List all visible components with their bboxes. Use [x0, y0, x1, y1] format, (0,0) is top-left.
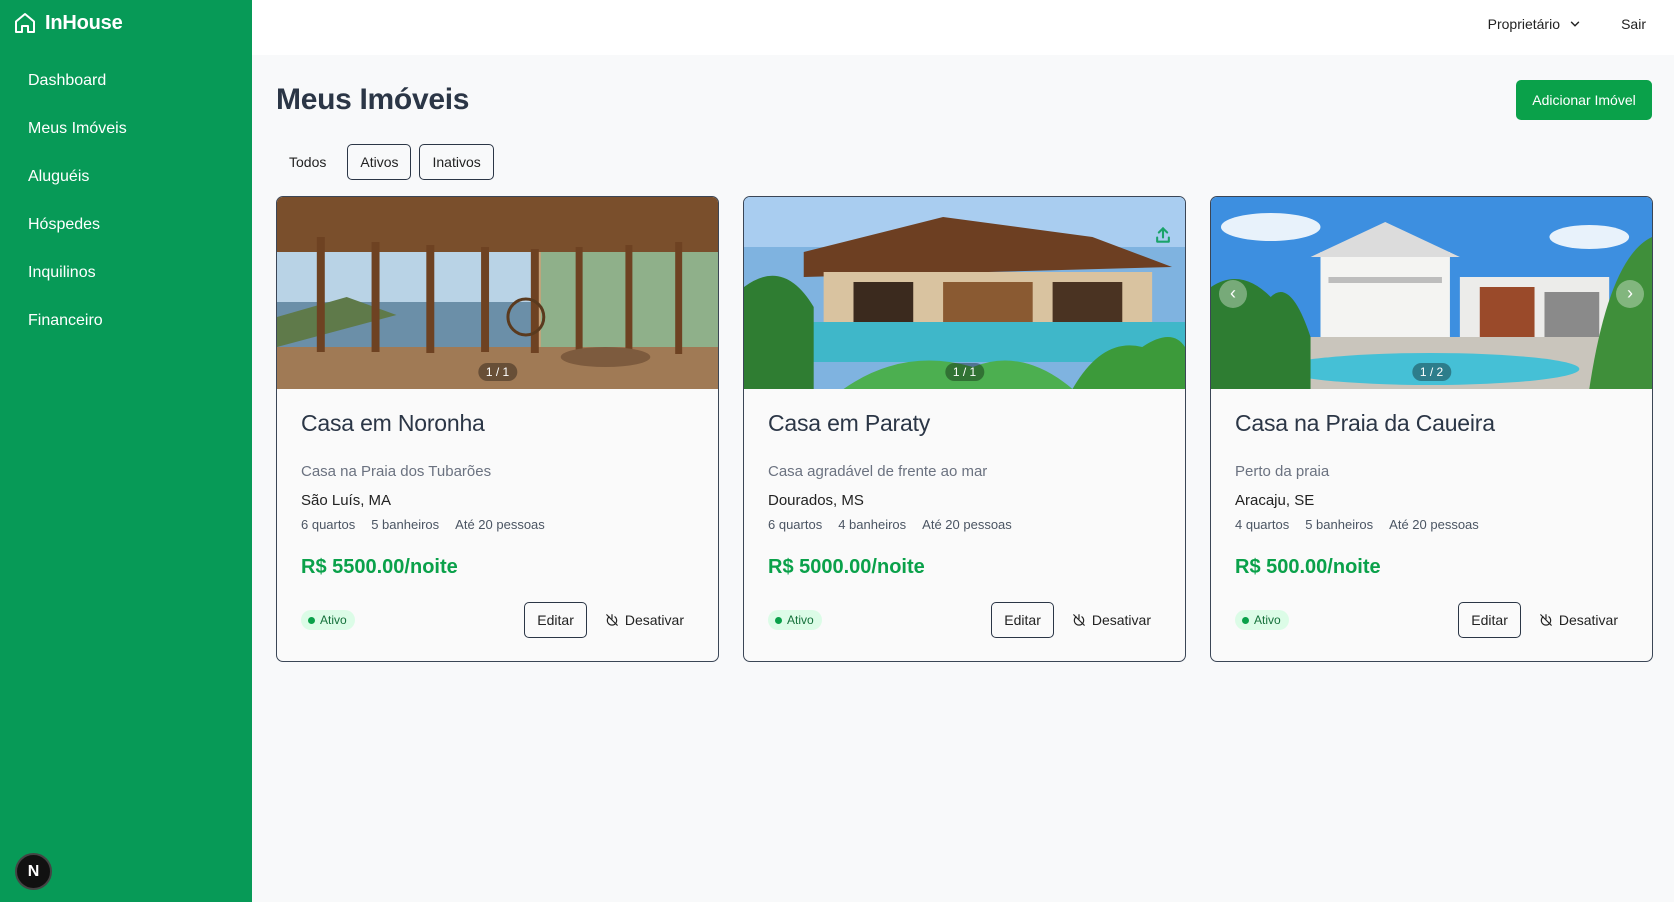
sidebar-nav: Dashboard Meus Imóveis Aluguéis Hóspedes… — [28, 63, 127, 351]
share-icon[interactable] — [1153, 225, 1173, 245]
property-specs: 4 quartos 5 banheiros Até 20 pessoas — [1235, 517, 1628, 532]
property-description: Casa na Praia dos Tubarões — [301, 463, 492, 480]
deactivate-label: Desativar — [624, 612, 684, 628]
home-icon — [15, 13, 35, 33]
property-price: R$ 500.00/noite — [1235, 556, 1381, 578]
property-price: R$ 5500.00/noite — [301, 556, 458, 578]
property-location: Aracaju, SE — [1235, 492, 1315, 509]
property-bathrooms: 4 banheiros — [838, 517, 907, 532]
property-location: São Luís, MA — [301, 492, 392, 509]
property-card: 1 / 1 Casa em Noronha Casa na Praia dos … — [276, 196, 719, 662]
power-off-icon — [606, 614, 618, 626]
power-off-icon — [1540, 614, 1552, 626]
page-title: Meus Imóveis — [276, 83, 470, 116]
edit-button[interactable]: Editar — [991, 602, 1054, 638]
sidebar: InHouse Dashboard Meus Imóveis Aluguéis … — [0, 0, 252, 902]
property-bedrooms: 6 quartos — [768, 517, 823, 532]
filter-all[interactable]: Todos — [276, 144, 339, 180]
sidebar-item-hospedes[interactable]: Hóspedes — [28, 207, 127, 255]
logout-link[interactable]: Sair — [1621, 16, 1646, 32]
property-bedrooms: 4 quartos — [1235, 517, 1290, 532]
property-image — [277, 197, 718, 389]
property-image — [744, 197, 1185, 389]
image-counter: 1 / 1 — [944, 363, 985, 381]
sidebar-item-financeiro[interactable]: Financeiro — [28, 303, 127, 351]
property-specs: 6 quartos 4 banheiros Até 20 pessoas — [768, 517, 1161, 532]
status-label: Ativo — [787, 613, 814, 627]
role-dropdown[interactable]: Proprietário — [1488, 16, 1582, 32]
edit-button[interactable]: Editar — [524, 602, 587, 638]
property-location: Dourados, MS — [768, 492, 864, 509]
brand[interactable]: InHouse — [13, 11, 123, 35]
status-dot — [1242, 616, 1249, 624]
sidebar-item-dashboard[interactable]: Dashboard — [28, 63, 127, 111]
sidebar-item-meus-imoveis[interactable]: Meus Imóveis — [28, 111, 127, 159]
filter-active[interactable]: Ativos — [347, 144, 412, 180]
edit-button[interactable]: Editar — [1458, 602, 1521, 638]
property-photo[interactable]: 1 / 1 — [277, 197, 718, 389]
status-label: Ativo — [1254, 613, 1281, 627]
status-dot — [308, 616, 315, 624]
image-counter: 1 / 2 — [1411, 363, 1452, 381]
sidebar-item-alugueis[interactable]: Aluguéis — [28, 159, 127, 207]
property-list: 1 / 1 Casa em Noronha Casa na Praia dos … — [276, 196, 1653, 662]
deactivate-label: Desativar — [1091, 612, 1151, 628]
deactivate-label: Desativar — [1558, 612, 1618, 628]
status-label: Ativo — [320, 613, 347, 627]
property-bathrooms: 5 banheiros — [371, 517, 440, 532]
deactivate-button[interactable]: Desativar — [605, 612, 684, 628]
role-label: Proprietário — [1487, 16, 1560, 32]
topbar: Proprietário Sair — [252, 0, 1674, 55]
property-capacity: Até 20 pessoas — [922, 517, 1012, 532]
status-badge: Ativo — [1235, 610, 1289, 630]
property-card: 1 / 1 Casa em Paraty Casa agradável de f… — [743, 196, 1186, 662]
property-photo[interactable]: 1 / 1 — [744, 197, 1185, 389]
filter-tabs: Todos Ativos Inativos — [276, 144, 494, 180]
brand-name: InHouse — [45, 11, 123, 34]
image-counter: 1 / 1 — [477, 363, 518, 381]
property-capacity: Até 20 pessoas — [1389, 517, 1479, 532]
chevron-down-icon — [1570, 21, 1580, 27]
property-capacity: Até 20 pessoas — [455, 517, 545, 532]
dev-badge[interactable]: N — [15, 853, 52, 890]
property-description: Casa agradável de frente ao mar — [768, 463, 988, 480]
property-title: Casa em Noronha — [301, 410, 485, 436]
property-description: Perto da praia — [1235, 463, 1330, 480]
add-property-button[interactable]: Adicionar Imóvel — [1516, 80, 1652, 120]
deactivate-button[interactable]: Desativar — [1072, 612, 1151, 628]
property-title: Casa em Paraty — [768, 410, 931, 436]
power-off-icon — [1073, 614, 1085, 626]
property-bathrooms: 5 banheiros — [1305, 517, 1374, 532]
property-image — [1211, 197, 1652, 389]
status-badge: Ativo — [768, 610, 822, 630]
status-badge: Ativo — [301, 610, 355, 630]
property-bedrooms: 6 quartos — [301, 517, 356, 532]
carousel-next-button[interactable]: › — [1616, 280, 1644, 308]
carousel-prev-button[interactable]: ‹ — [1219, 280, 1247, 308]
sidebar-item-inquilinos[interactable]: Inquilinos — [28, 255, 127, 303]
property-title: Casa na Praia da Caueira — [1235, 410, 1495, 436]
property-price: R$ 5000.00/noite — [768, 556, 925, 578]
property-photo[interactable]: ‹ › 1 / 2 — [1211, 197, 1652, 389]
property-card: ‹ › 1 / 2 Casa na Praia da Caueira Perto… — [1210, 196, 1653, 662]
property-specs: 6 quartos 5 banheiros Até 20 pessoas — [301, 517, 694, 532]
deactivate-button[interactable]: Desativar — [1539, 612, 1618, 628]
status-dot — [775, 616, 782, 624]
filter-inactive[interactable]: Inativos — [419, 144, 494, 180]
